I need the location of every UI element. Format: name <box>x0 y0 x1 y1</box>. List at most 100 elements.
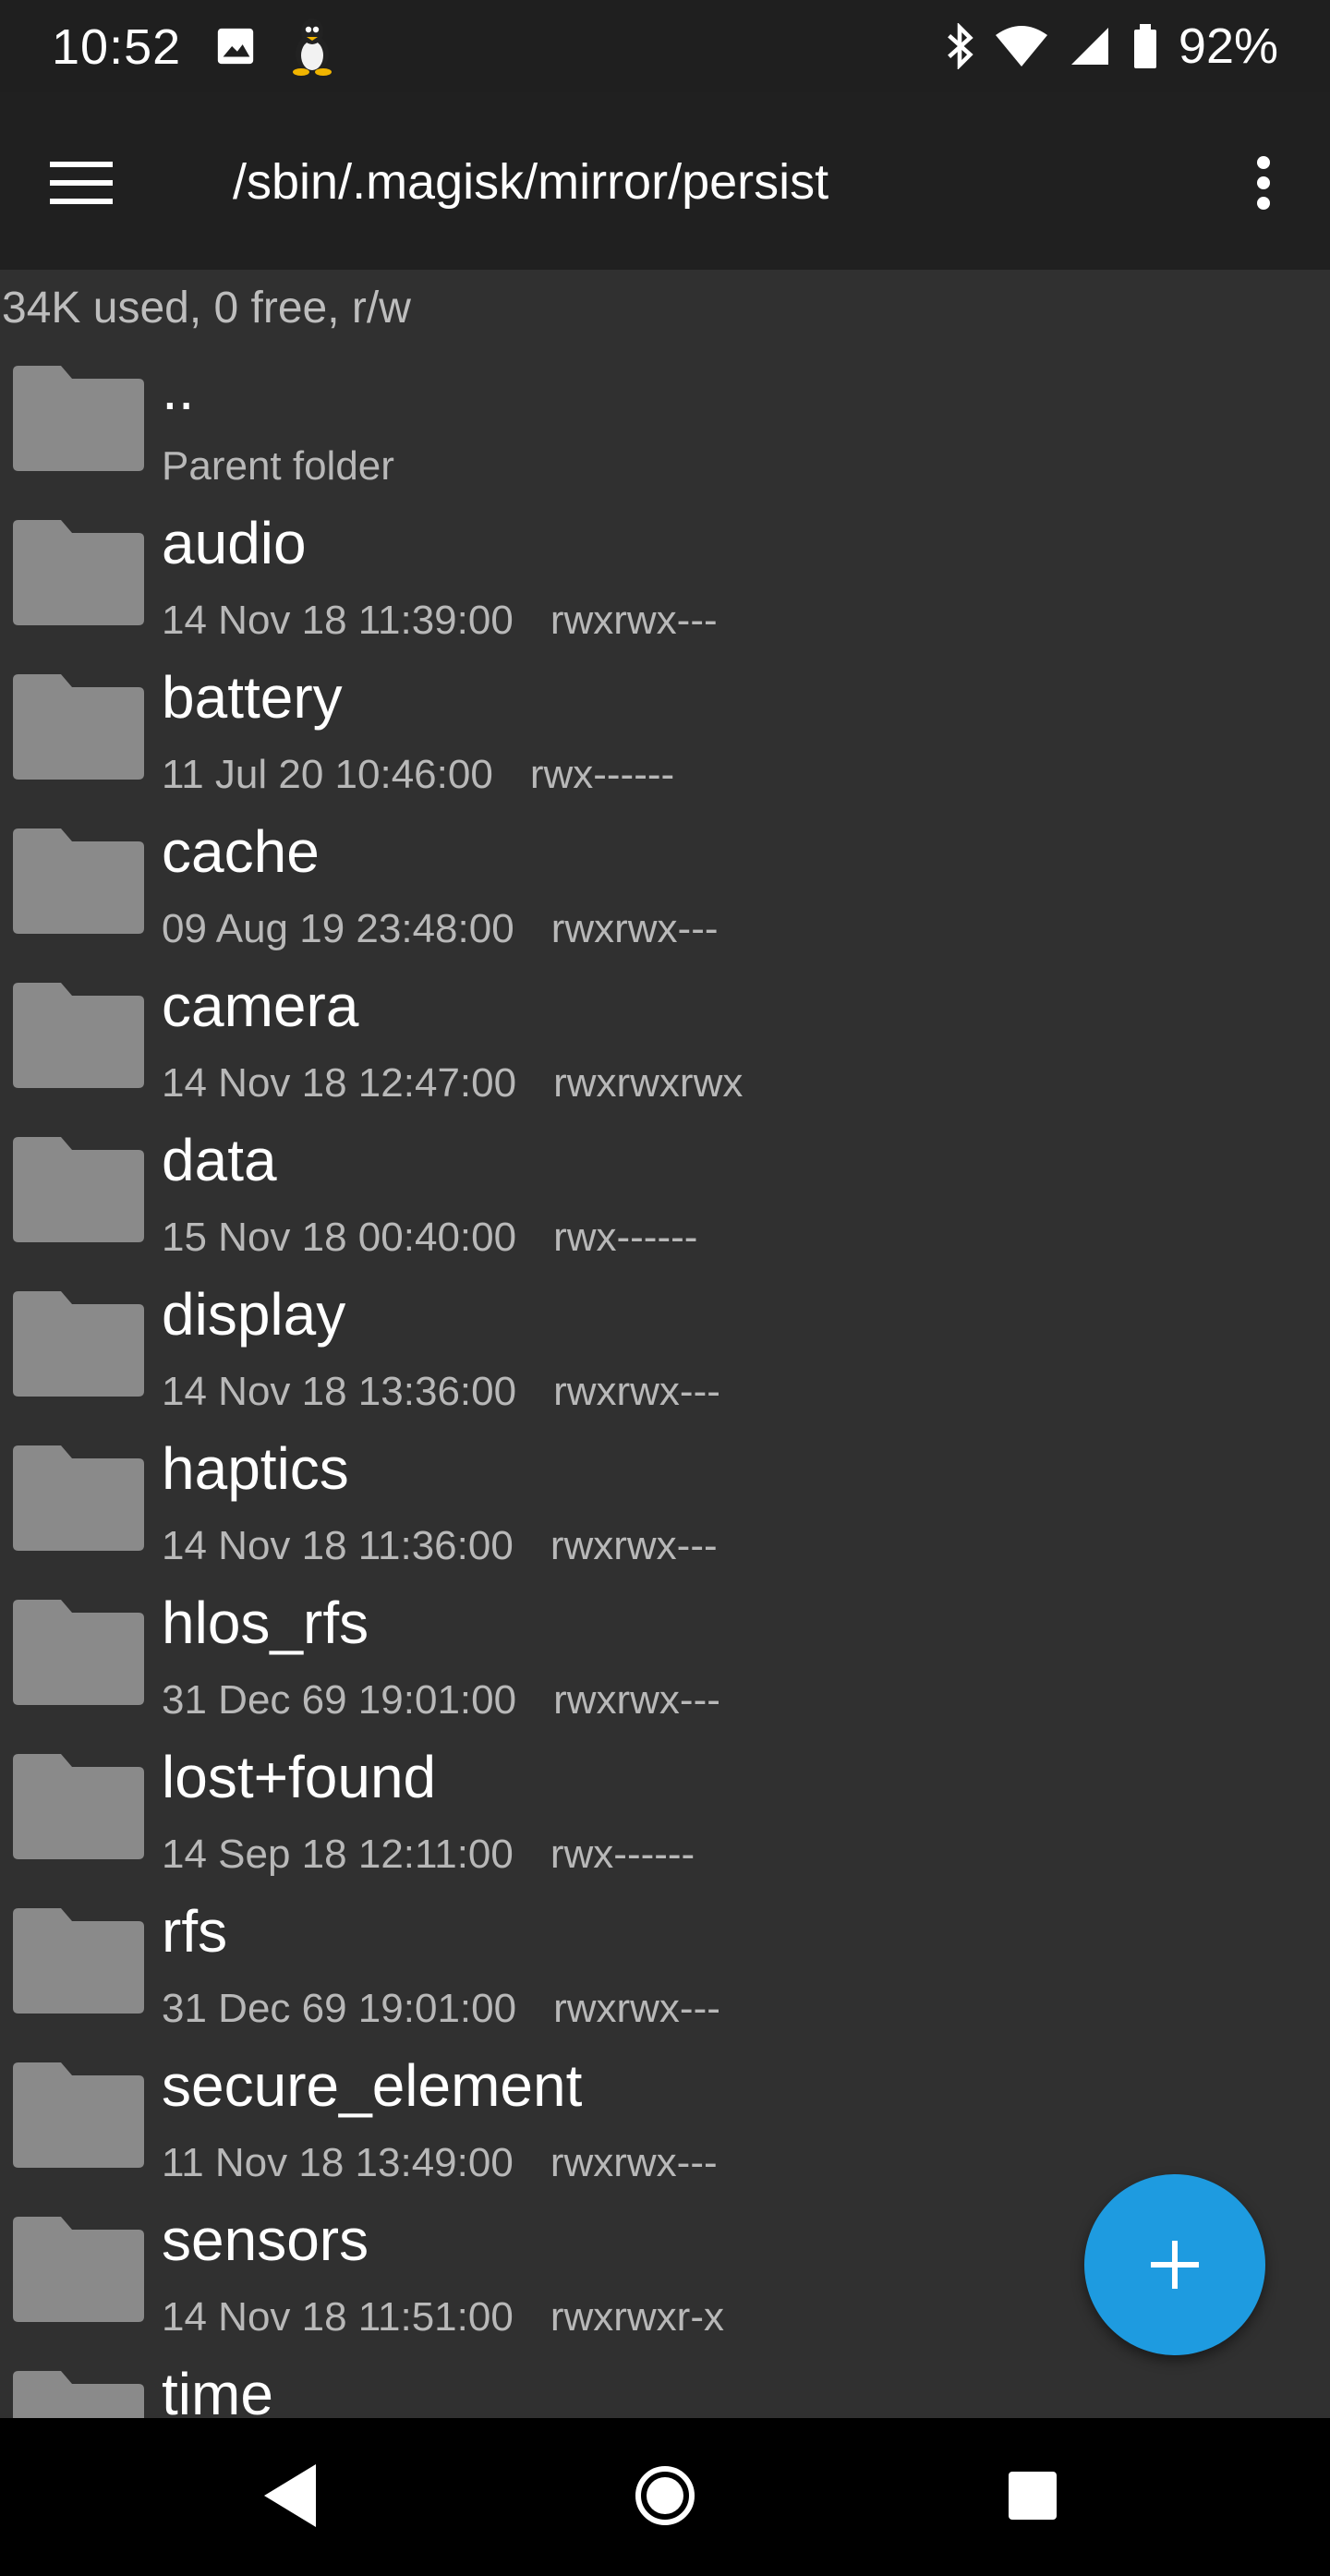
menu-button[interactable] <box>37 139 126 227</box>
folder-subtitle: 31 Dec 69 19:01:00 rwxrwx--- <box>162 1986 720 2032</box>
linux-tux-icon <box>293 18 332 76</box>
folder-row[interactable]: display 14 Nov 18 13:36:00 rwxrwx--- <box>0 1278 1330 1433</box>
folder-icon <box>13 520 144 625</box>
folder-icon <box>13 1445 144 1551</box>
signal-icon <box>1070 28 1108 65</box>
folder-subtitle: 15 Nov 18 00:40:00 rwx------ <box>162 1215 697 1261</box>
battery-icon <box>1133 24 1156 68</box>
wifi-icon <box>995 26 1047 67</box>
folder-row[interactable]: battery 11 Jul 20 10:46:00 rwx------ <box>0 661 1330 816</box>
folder-icon <box>13 1600 144 1705</box>
folder-subtitle: 14 Nov 18 13:36:00 rwxrwx--- <box>162 1369 720 1415</box>
folder-icon <box>13 2062 144 2168</box>
folder-icon <box>13 1754 144 1859</box>
folder-date: 15 Nov 18 00:40:00 <box>162 1215 517 1260</box>
folder-permissions: rwxrwxr-x <box>550 2294 724 2340</box>
navigation-bar <box>0 2418 1330 2576</box>
folder-name: lost+found <box>162 1744 437 1810</box>
path-title: /sbin/.magisk/mirror/persist <box>233 154 829 210</box>
status-bar: 10:52 92% <box>0 0 1330 92</box>
folder-name: cache <box>162 818 320 885</box>
folder-permissions: rwxrwxrwx <box>553 1060 744 1106</box>
status-time: 10:52 <box>52 19 182 75</box>
folder-date: 14 Nov 18 13:36:00 <box>162 1369 517 1414</box>
back-icon[interactable] <box>259 2461 325 2531</box>
folder-date: 14 Nov 18 11:36:00 <box>162 1523 514 1568</box>
app-bar: /sbin/.magisk/mirror/persist <box>0 92 1330 270</box>
folder-icon <box>13 1137 144 1242</box>
folder-name: hlos_rfs <box>162 1590 369 1656</box>
folder-row[interactable]: hlos_rfs 31 Dec 69 19:01:00 rwxrwx--- <box>0 1587 1330 1741</box>
folder-row[interactable]: audio 14 Nov 18 11:39:00 rwxrwx--- <box>0 507 1330 661</box>
folder-date: 14 Nov 18 11:39:00 <box>162 598 514 643</box>
hamburger-menu-icon <box>50 162 113 204</box>
overflow-menu-button[interactable] <box>1230 139 1297 227</box>
folder-icon <box>13 1908 144 2014</box>
folder-subtitle: 09 Aug 19 23:48:00 rwxrwx--- <box>162 906 719 952</box>
folder-row[interactable]: data 15 Nov 18 00:40:00 rwx------ <box>0 1124 1330 1278</box>
folder-permissions: rwx------ <box>550 1832 695 1877</box>
folder-name: .. <box>162 356 195 422</box>
folder-permissions: rwxrwx--- <box>553 1369 720 1414</box>
add-button[interactable] <box>1084 2174 1265 2355</box>
folder-date: 09 Aug 19 23:48:00 <box>162 906 514 951</box>
folder-permissions: rwx------ <box>553 1215 698 1260</box>
folder-subtitle: Parent folder <box>162 443 394 489</box>
folder-date: 14 Nov 18 12:47:00 <box>162 1060 517 1106</box>
folder-permissions: rwx------ <box>529 752 675 797</box>
storage-info: 34K used, 0 free, r/w <box>2 284 411 333</box>
folder-row[interactable]: time <box>0 2358 1330 2418</box>
folder-date: 11 Jul 20 10:46:00 <box>162 752 493 797</box>
parent-folder-row[interactable]: .. Parent folder <box>0 353 1330 507</box>
image-icon <box>217 28 254 65</box>
folder-list: .. Parent folder audio 14 Nov 18 11:39:00… <box>0 353 1330 2418</box>
folder-icon <box>13 674 144 780</box>
folder-subtitle: 14 Nov 18 12:47:00 rwxrwxrwx <box>162 1060 743 1107</box>
folder-icon <box>13 2371 144 2418</box>
folder-name: battery <box>162 664 343 731</box>
folder-date: 14 Nov 18 11:51:00 <box>162 2294 514 2340</box>
recents-icon[interactable] <box>1007 2470 1058 2522</box>
folder-subtitle: 11 Nov 18 13:49:00 rwxrwx--- <box>162 2140 718 2186</box>
folder-permissions: rwxrwx--- <box>550 906 719 951</box>
system-icons: 92% <box>944 17 1278 76</box>
folder-subtitle: 14 Sep 18 12:11:00 rwx------ <box>162 1832 695 1878</box>
home-icon[interactable] <box>634 2464 696 2527</box>
file-list-area[interactable]: 34K used, 0 free, r/w .. Parent folder a… <box>0 270 1330 2418</box>
folder-row[interactable]: lost+found 14 Sep 18 12:11:00 rwx------ <box>0 1741 1330 1895</box>
folder-name: sensors <box>162 2207 369 2273</box>
folder-date: 14 Sep 18 12:11:00 <box>162 1832 514 1877</box>
folder-row[interactable]: secure_element 11 Nov 18 13:49:00 rwxrwx--… <box>0 2050 1330 2204</box>
folder-icon <box>13 983 144 1088</box>
folder-subtitle: 14 Nov 18 11:51:00 rwxrwxr-x <box>162 2294 724 2340</box>
folder-subtitle: 14 Nov 18 11:39:00 rwxrwx--- <box>162 598 718 644</box>
folder-name: time <box>162 2361 273 2418</box>
plus-icon <box>1151 2241 1199 2289</box>
folder-permissions: rwxrwx--- <box>550 2140 718 2185</box>
folder-name: data <box>162 1127 277 1193</box>
folder-name: audio <box>162 510 307 576</box>
folder-date: 31 Dec 69 19:01:00 <box>162 1986 517 2031</box>
folder-row[interactable]: rfs 31 Dec 69 19:01:00 rwxrwx--- <box>0 1895 1330 2050</box>
folder-subtitle: 11 Jul 20 10:46:00 rwx------ <box>162 752 674 798</box>
folder-permissions: rwxrwx--- <box>553 1677 720 1723</box>
folder-permissions: rwxrwx--- <box>553 1986 720 2031</box>
folder-name: display <box>162 1281 346 1348</box>
folder-icon <box>13 828 144 934</box>
folder-name: haptics <box>162 1435 349 1502</box>
folder-subtitle: 31 Dec 69 19:01:00 rwxrwx--- <box>162 1677 720 1723</box>
folder-permissions: rwxrwx--- <box>550 598 718 643</box>
folder-date: 11 Nov 18 13:49:00 <box>162 2140 514 2185</box>
folder-subtitle: 14 Nov 18 11:36:00 rwxrwx--- <box>162 1523 718 1569</box>
folder-date: 31 Dec 69 19:01:00 <box>162 1677 517 1723</box>
folder-name: camera <box>162 973 359 1039</box>
folder-name: secure_element <box>162 2052 583 2119</box>
folder-icon <box>13 2217 144 2322</box>
folder-row[interactable]: cache 09 Aug 19 23:48:00 rwxrwx--- <box>0 816 1330 970</box>
folder-row[interactable]: camera 14 Nov 18 12:47:00 rwxrwxrwx <box>0 970 1330 1124</box>
battery-percent: 92% <box>1178 18 1278 74</box>
notification-icons <box>214 17 340 76</box>
folder-row[interactable]: haptics 14 Nov 18 11:36:00 rwxrwx--- <box>0 1433 1330 1587</box>
folder-icon <box>13 1291 144 1397</box>
folder-permissions: rwxrwx--- <box>550 1523 718 1568</box>
